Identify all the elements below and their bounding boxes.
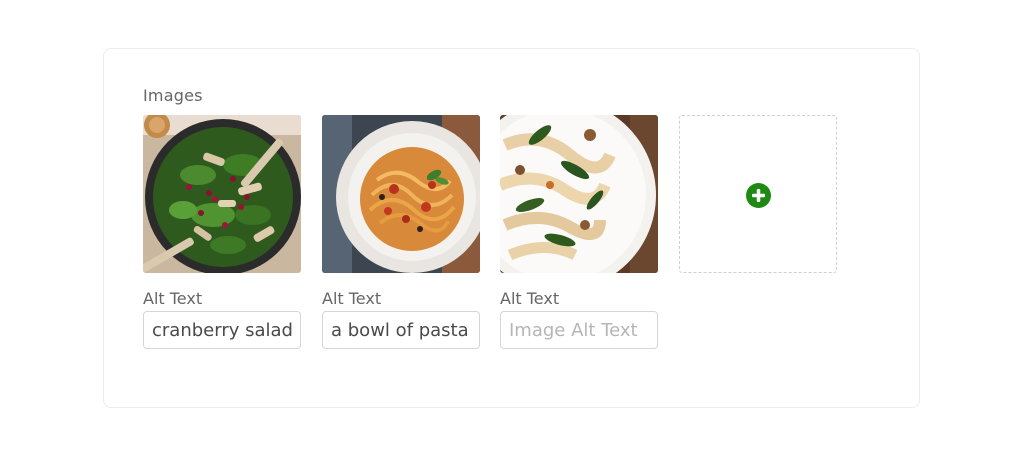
images-section-label: Images xyxy=(143,86,203,105)
alt-text-label-3: Alt Text xyxy=(500,289,560,308)
alt-text-input-2[interactable] xyxy=(322,311,480,349)
image-thumbnail-pappardelle[interactable] xyxy=(500,115,658,273)
salad-image xyxy=(143,115,301,273)
alt-text-label-2: Alt Text xyxy=(322,289,382,308)
add-image-button[interactable] xyxy=(679,115,837,273)
pappardelle-image xyxy=(500,115,658,273)
pasta-bowl-image xyxy=(322,115,480,273)
alt-text-label-1: Alt Text xyxy=(143,289,203,308)
plus-circle-icon xyxy=(746,183,771,208)
image-thumbnail-salad[interactable] xyxy=(143,115,301,273)
alt-text-input-1[interactable] xyxy=(143,311,301,349)
image-thumbnail-pasta-bowl[interactable] xyxy=(322,115,480,273)
alt-text-input-3[interactable] xyxy=(500,311,658,349)
